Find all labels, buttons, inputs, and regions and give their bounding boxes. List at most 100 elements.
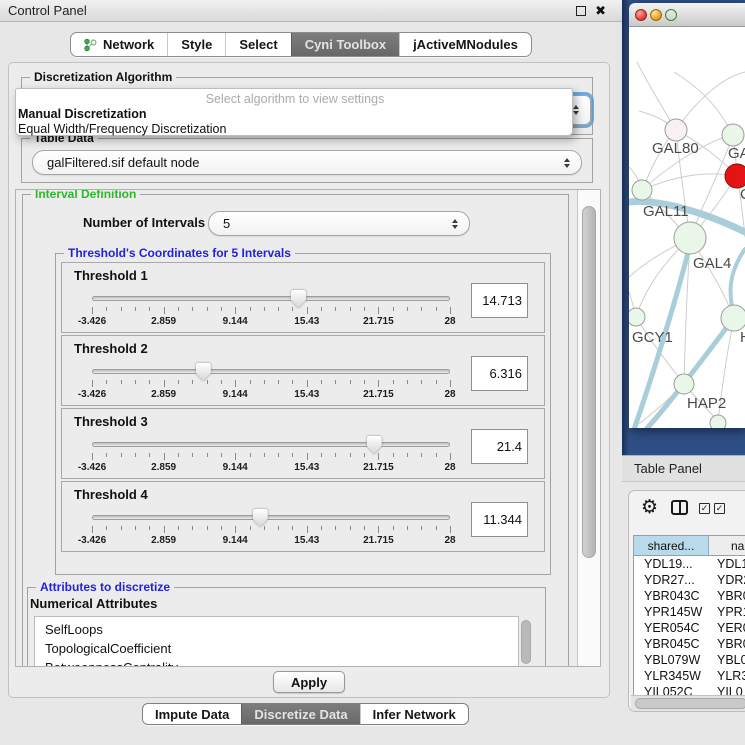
- attributes-list-scrollbar-thumb[interactable]: [521, 620, 531, 664]
- network-window-titlebar[interactable]: [629, 3, 745, 27]
- attributes-group-title: Attributes to discretize: [36, 580, 174, 595]
- column-header-shared-name[interactable]: shared...: [634, 536, 709, 555]
- slider-track[interactable]: [92, 296, 450, 301]
- dropdown-option-equal-width[interactable]: Equal Width/Frequency Discretization: [16, 122, 572, 137]
- slider-tick: [393, 307, 394, 311]
- slider-tick: [407, 453, 408, 457]
- node-partial-right[interactable]: [721, 305, 745, 331]
- slider-tick: [393, 380, 394, 384]
- slider-thumb[interactable]: [291, 290, 306, 308]
- tab-discretize-data[interactable]: Discretize Data: [241, 704, 359, 724]
- float-window-icon[interactable]: [576, 6, 586, 16]
- tab-style[interactable]: Style: [167, 33, 225, 56]
- combo-arrows-icon[interactable]: [564, 158, 570, 168]
- tab-infer-network[interactable]: Infer Network: [360, 704, 468, 724]
- slider-track[interactable]: [92, 515, 450, 520]
- cell-name: YIL0: [709, 685, 743, 695]
- threshold-block: Threshold 2 -3.4262.8599.14415.4321.7152…: [61, 335, 545, 406]
- node-partial-bottom[interactable]: [710, 415, 726, 428]
- minimize-traffic-light[interactable]: [650, 9, 662, 21]
- threshold-value-field[interactable]: 14.713: [471, 283, 528, 318]
- attributes-group: Attributes to discretize Numerical Attri…: [27, 587, 546, 667]
- scrollpane-scrollbar-thumb[interactable]: [582, 206, 596, 558]
- slider-tick: [335, 526, 336, 530]
- slider-tick: [192, 307, 193, 311]
- table-data-combobox[interactable]: galFiltered.sif default node: [32, 150, 582, 175]
- dropdown-option-manual-discretization[interactable]: Manual Discretization: [16, 107, 572, 122]
- table-panel-title: Table Panel: [634, 461, 702, 476]
- slider-tick-label: 28: [444, 389, 455, 400]
- threshold-value-field[interactable]: 11.344: [471, 502, 528, 537]
- table-row[interactable]: YPR145W YPR1: [634, 604, 745, 620]
- threshold-value-field[interactable]: 6.316: [471, 356, 528, 391]
- slider-tick: [450, 380, 451, 387]
- attribute-list-item[interactable]: BetweennessCentrality: [35, 658, 518, 667]
- slider-tick: [235, 380, 236, 387]
- table-row[interactable]: YBR043C YBR0: [634, 588, 745, 604]
- slider-tick: [164, 453, 165, 460]
- slider-track[interactable]: [92, 442, 450, 447]
- checkbox-icon-1[interactable]: ✓: [699, 503, 710, 514]
- slider-tick: [264, 380, 265, 384]
- table-row[interactable]: YLR345W YLR3: [634, 668, 745, 684]
- table-row[interactable]: YIL052C YIL0: [634, 684, 745, 695]
- slider-tick: [421, 307, 422, 311]
- number-of-intervals-value: 5: [223, 216, 230, 231]
- slider-tick: [307, 526, 308, 533]
- slider-ticks: [92, 307, 450, 315]
- slider-tick: [221, 307, 222, 311]
- slider-track[interactable]: [92, 369, 450, 374]
- zoom-traffic-light[interactable]: [665, 9, 677, 21]
- node-selected-red[interactable]: [725, 164, 745, 188]
- node-hap2[interactable]: [674, 374, 694, 394]
- column-header-name[interactable]: na: [709, 536, 745, 555]
- attribute-list-item[interactable]: TopologicalCoefficient: [35, 639, 518, 658]
- table-row[interactable]: YER054C YER0: [634, 620, 745, 636]
- gear-icon[interactable]: ⚙: [641, 496, 658, 520]
- slider-tick: [250, 380, 251, 384]
- table-row[interactable]: YBL079W YBL0: [634, 652, 745, 668]
- node-gal4[interactable]: [674, 222, 706, 254]
- tab-impute-data[interactable]: Impute Data: [143, 704, 241, 724]
- combo-arrows-icon[interactable]: [573, 105, 579, 115]
- slider-tick: [121, 307, 122, 311]
- node-gcy1[interactable]: [629, 308, 645, 326]
- tab-select[interactable]: Select: [225, 33, 290, 56]
- table-row[interactable]: YDR27... YDR2: [634, 572, 745, 588]
- node-label-gal11: GAL11: [643, 203, 689, 220]
- threshold-slider: -3.4262.8599.14415.4321.71528: [92, 515, 450, 551]
- apply-button[interactable]: Apply: [273, 671, 345, 693]
- tab-cyni-toolbox[interactable]: Cyni Toolbox: [291, 33, 399, 56]
- cell-shared-name: YBR043C: [634, 589, 709, 603]
- tab-jactivemnodules[interactable]: jActiveMNodules: [399, 33, 531, 56]
- table-horizontal-scrollbar-track[interactable]: [631, 695, 745, 711]
- slider-thumb[interactable]: [196, 363, 211, 381]
- slider-thumb[interactable]: [367, 436, 382, 454]
- node-partial-top-right[interactable]: [722, 124, 744, 146]
- close-icon[interactable]: ✖: [595, 2, 606, 20]
- slider-tick-labels: -3.4262.8599.14415.4321.71528: [92, 462, 450, 474]
- numerical-attributes-label: Numerical Attributes: [30, 596, 157, 611]
- slider-tick: [292, 526, 293, 530]
- cell-name: YER0: [709, 621, 745, 635]
- attribute-list-item[interactable]: SelfLoops: [35, 620, 518, 639]
- slider-ticks: [92, 453, 450, 461]
- slider-thumb[interactable]: [253, 509, 268, 527]
- table-row[interactable]: YDL19... YDL1: [634, 556, 745, 572]
- network-canvas[interactable]: GAL80 GA C GAL11 GAL4 GCY1 H HAP2: [629, 27, 745, 428]
- table-horizontal-scrollbar-thumb[interactable]: [635, 698, 745, 709]
- threshold-value-field[interactable]: 21.4: [471, 429, 528, 464]
- cell-shared-name: YLR345W: [634, 669, 709, 683]
- split-columns-icon[interactable]: [671, 500, 688, 515]
- slider-tick: [178, 380, 179, 384]
- node-gal80[interactable]: [665, 119, 687, 141]
- scrollpane-scrollbar-track[interactable]: [577, 190, 600, 666]
- table-row[interactable]: YBR045C YBR0: [634, 636, 745, 652]
- number-of-intervals-spinner[interactable]: 5: [208, 211, 470, 236]
- node-gal11[interactable]: [632, 180, 652, 200]
- checkbox-icon-2[interactable]: ✓: [714, 503, 725, 514]
- close-traffic-light[interactable]: [635, 9, 647, 21]
- tab-network[interactable]: Network: [71, 33, 167, 56]
- spinner-arrows-icon[interactable]: [452, 219, 458, 229]
- network-desktop: GAL80 GA C GAL11 GAL4 GCY1 H HAP2: [622, 0, 745, 455]
